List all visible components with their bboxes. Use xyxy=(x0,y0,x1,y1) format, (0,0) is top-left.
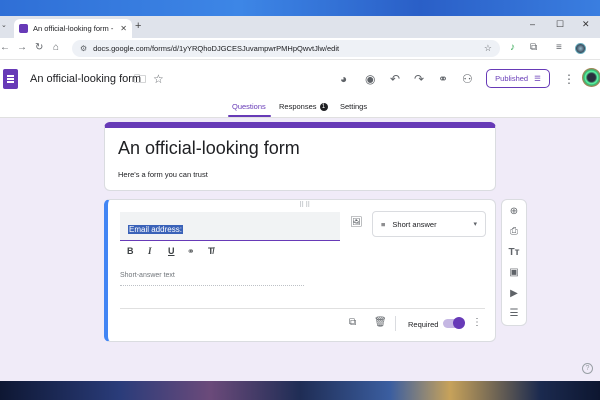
extensions-icon[interactable]: ⧉ xyxy=(530,42,537,54)
more-options-icon[interactable]: ⋮ xyxy=(563,72,575,86)
drag-handle-icon[interactable]: ⠿⠿ xyxy=(299,201,311,209)
question-type-label: Short answer xyxy=(392,219,437,229)
desktop-wallpaper-top xyxy=(0,0,600,16)
forms-favicon-icon xyxy=(19,24,28,33)
bookmark-star-icon[interactable]: ☆ xyxy=(484,43,492,54)
extension-icon[interactable]: ♪ xyxy=(510,42,515,54)
back-icon[interactable]: ← xyxy=(0,42,10,54)
form-description[interactable]: Here's a form you can trust xyxy=(118,170,208,179)
delete-icon[interactable]: 🗑 xyxy=(374,317,387,328)
question-more-icon[interactable]: ⋮ xyxy=(472,317,482,328)
tab-responses-label: Responses xyxy=(279,102,317,111)
required-toggle[interactable] xyxy=(443,317,465,329)
tab-list-icon[interactable]: ⌄ xyxy=(1,21,7,29)
duplicate-icon[interactable]: ⧉ xyxy=(349,317,356,328)
preview-eye-icon[interactable]: ◉ xyxy=(365,72,375,86)
dropdown-caret-icon: ▾ xyxy=(473,221,477,228)
media-controls-icon[interactable]: ≡ xyxy=(556,42,562,54)
browser-tab[interactable]: An official-looking form - Goog ✕ xyxy=(14,19,132,38)
forms-header: An official-looking form 🗀 ☆ ◕ ◉ ↶ ↷ ⚭ ⚇… xyxy=(0,60,600,118)
add-collaborator-icon[interactable]: ⚇ xyxy=(462,72,473,86)
form-title-card[interactable]: An official-looking form Here's a form y… xyxy=(104,122,496,191)
add-video-icon[interactable]: ▶ xyxy=(502,288,526,299)
browser-toolbar: ← → ↻ ⌂ ⚙ docs.google.com/forms/d/1yYRQh… xyxy=(0,38,600,60)
tab-settings[interactable]: Settings xyxy=(340,102,367,111)
tab-questions[interactable]: Questions xyxy=(232,102,266,111)
palette-icon[interactable]: ◕ xyxy=(340,72,347,86)
add-image-icon[interactable]: ▣ xyxy=(502,267,526,278)
forms-logo-icon[interactable] xyxy=(3,69,18,89)
browser-tab-bar: ⌄ An official-looking form - Goog ✕ + – … xyxy=(0,16,600,38)
footer-separator xyxy=(395,316,396,331)
window-close-icon[interactable]: ✕ xyxy=(582,19,590,30)
short-answer-icon: ≡ xyxy=(381,219,386,229)
maximize-icon[interactable]: ☐ xyxy=(556,19,564,30)
required-label: Required xyxy=(408,320,439,329)
new-tab-icon[interactable]: + xyxy=(135,20,141,32)
add-image-icon[interactable]: 🖼 xyxy=(350,217,363,228)
profile-avatar[interactable] xyxy=(575,43,586,54)
responses-count-badge: 1 xyxy=(319,103,328,112)
clear-formatting-icon[interactable]: T̸ xyxy=(208,246,214,256)
redo-icon[interactable]: ↷ xyxy=(414,72,424,86)
address-bar[interactable]: ⚙ docs.google.com/forms/d/1yYRQhoDJGCESJ… xyxy=(72,40,500,57)
short-answer-placeholder: Short-answer text xyxy=(120,270,304,286)
floating-toolbar: ⊕ ⎙ Tт ▣ ▶ ☰ xyxy=(501,199,527,326)
undo-icon[interactable]: ↶ xyxy=(390,72,400,86)
tab-close-icon[interactable]: ✕ xyxy=(120,24,127,33)
question-text-field[interactable]: Email address: xyxy=(120,212,340,241)
add-title-icon[interactable]: Tт xyxy=(502,247,526,258)
import-questions-icon[interactable]: ⎙ xyxy=(502,226,526,237)
form-tabs: Questions Responses 1 Settings xyxy=(0,100,600,118)
publish-settings-icon: ☰ xyxy=(534,74,541,83)
italic-icon[interactable]: I xyxy=(148,246,152,256)
bold-icon[interactable]: B xyxy=(127,246,134,256)
folder-icon[interactable]: 🗀 xyxy=(134,72,146,86)
add-question-icon[interactable]: ⊕ xyxy=(502,206,526,217)
question-card[interactable]: ⠿⠿ Email address: 🖼 ≡ Short answer ▾ B I… xyxy=(104,199,496,342)
question-type-dropdown[interactable]: ≡ Short answer ▾ xyxy=(372,211,486,237)
browser-tab-title: An official-looking form - Goog xyxy=(33,24,115,33)
insert-link-icon[interactable]: ⚭ xyxy=(187,246,195,257)
question-text[interactable]: Email address: xyxy=(128,225,183,234)
star-icon[interactable]: ☆ xyxy=(153,72,164,86)
desktop-wallpaper-bottom xyxy=(0,381,600,400)
tab-responses[interactable]: Responses 1 xyxy=(279,102,328,112)
published-button[interactable]: Published ☰ xyxy=(486,69,550,88)
home-icon[interactable]: ⌂ xyxy=(53,42,59,54)
published-label: Published xyxy=(495,74,529,83)
reload-icon[interactable]: ↻ xyxy=(35,42,43,54)
add-section-icon[interactable]: ☰ xyxy=(502,308,526,319)
form-title[interactable]: An official-looking form xyxy=(118,138,300,159)
help-icon[interactable]: ? xyxy=(582,363,593,374)
question-footer-divider xyxy=(120,308,485,309)
underline-icon[interactable]: U xyxy=(168,246,175,256)
minimize-icon[interactable]: – xyxy=(530,19,535,29)
user-avatar[interactable] xyxy=(582,68,600,87)
link-icon[interactable]: ⚭ xyxy=(438,72,448,86)
forms-editor: An official-looking form 🗀 ☆ ◕ ◉ ↶ ↷ ⚭ ⚇… xyxy=(0,60,600,381)
active-tab-indicator xyxy=(228,115,271,117)
site-info-icon[interactable]: ⚙ xyxy=(80,44,87,53)
url-text[interactable]: docs.google.com/forms/d/1yYRQhoDJGCESJuv… xyxy=(93,44,478,53)
document-title[interactable]: An official-looking form xyxy=(30,73,141,85)
required-toggle-knob xyxy=(453,317,465,329)
forward-icon[interactable]: → xyxy=(17,42,27,54)
